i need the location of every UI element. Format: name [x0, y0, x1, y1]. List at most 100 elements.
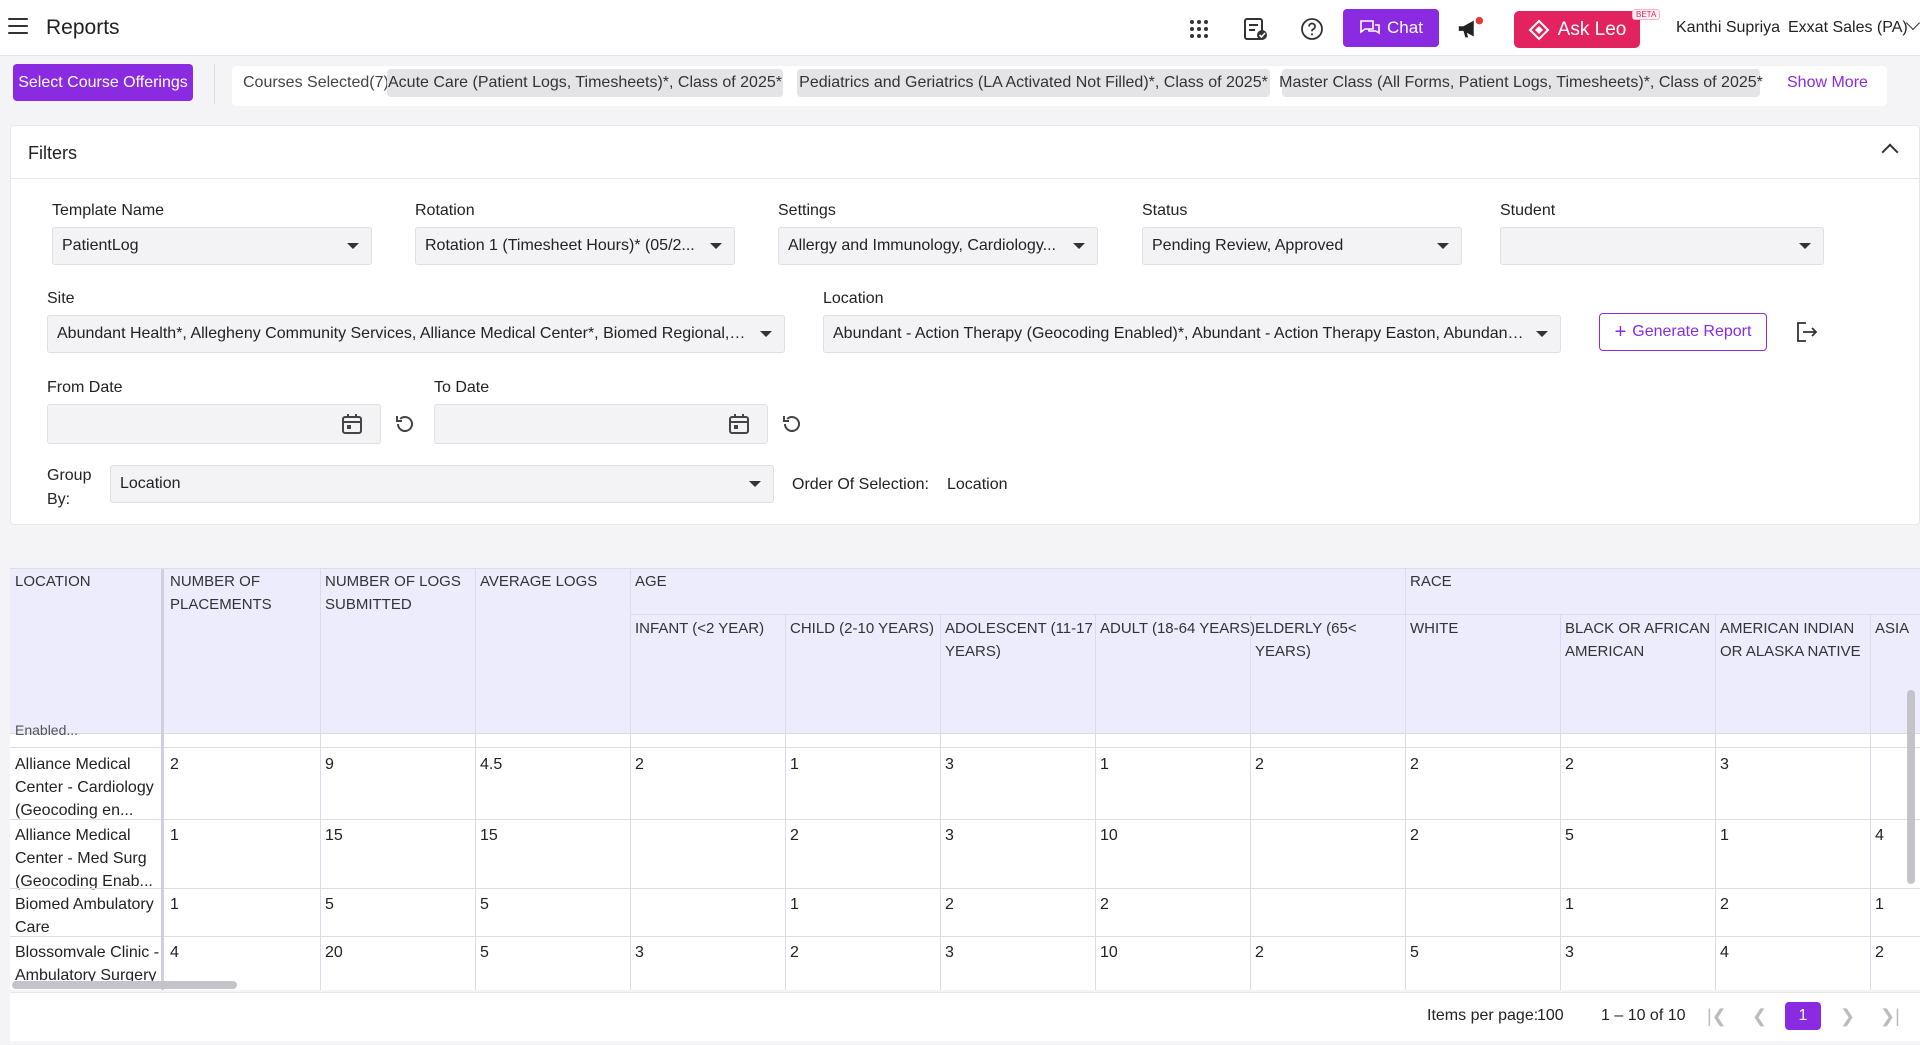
course-chip[interactable]: Acute Care (Patient Logs, Timesheets)*, …	[387, 69, 783, 97]
chat-button[interactable]: Chat	[1343, 9, 1439, 47]
table-cell: 2	[635, 756, 644, 773]
user-name[interactable]: Kanthi Supriya	[1676, 19, 1780, 37]
generate-report-button[interactable]: + Generate Report	[1599, 313, 1767, 351]
chat-icon	[1360, 20, 1380, 35]
dropdown-arrow-icon	[1799, 243, 1811, 249]
column-header-black: AMERICAN	[1565, 643, 1645, 660]
task-list-icon[interactable]	[1242, 15, 1270, 43]
filters-header[interactable]	[10, 125, 1920, 179]
table-cell: 4.5	[480, 756, 503, 773]
column-header-elderly[interactable]: ELDERLY (65<	[1255, 617, 1357, 640]
from-date-label: From Date	[47, 379, 123, 396]
column-header-adolescent[interactable]: ADOLESCENT (11-17	[945, 617, 1093, 640]
org-name[interactable]: Exxat Sales (PA)	[1788, 19, 1908, 37]
dropdown-arrow-icon	[347, 243, 359, 249]
column-header-location[interactable]: LOCATION	[15, 570, 91, 593]
next-page-icon[interactable]: ❯	[1840, 1006, 1855, 1027]
table-cell: 5	[1565, 827, 1574, 844]
column-header-average[interactable]: AVERAGE LOGS	[480, 570, 597, 593]
dropdown-arrow-icon	[749, 481, 761, 487]
table-cell: 20	[325, 944, 343, 961]
table-cell: 2	[1720, 896, 1729, 913]
previous-page-icon[interactable]: ❮	[1752, 1006, 1767, 1027]
page-title: Reports	[46, 16, 120, 39]
dropdown-arrow-icon	[1073, 243, 1085, 249]
location-cell: Alliance Medical	[15, 756, 131, 773]
column-header-logs: SUBMITTED	[325, 596, 412, 613]
announcements-icon[interactable]	[1456, 15, 1484, 43]
help-icon[interactable]	[1298, 15, 1326, 43]
reset-icon[interactable]	[778, 410, 806, 438]
menu-icon[interactable]	[8, 18, 28, 34]
student-select[interactable]	[1500, 227, 1824, 265]
to-date-input[interactable]	[434, 404, 768, 444]
table-cell: 5	[1410, 944, 1419, 961]
column-header-american-indian[interactable]: AMERICAN INDIAN	[1720, 617, 1854, 640]
table-cell: 4	[1875, 827, 1884, 844]
reset-icon[interactable]	[391, 410, 419, 438]
from-date-input[interactable]	[47, 404, 381, 444]
template-name-select[interactable]: PatientLog	[52, 227, 372, 265]
table-cell: 10	[1100, 944, 1118, 961]
group-by-label: Group	[47, 467, 92, 484]
student-label: Student	[1500, 202, 1556, 219]
dropdown-arrow-icon	[1536, 331, 1548, 337]
show-more-link[interactable]: Show More	[1787, 74, 1868, 92]
location-cell: Biomed Ambulatory	[15, 896, 154, 913]
dropdown-arrow-icon	[1437, 243, 1449, 249]
order-of-selection-label: Order Of Selection:	[792, 476, 929, 493]
column-header-logs[interactable]: NUMBER OF LOGS	[325, 570, 461, 593]
table-cell: 2	[1410, 827, 1419, 844]
select-course-offerings-button[interactable]: Select Course Offerings	[13, 64, 193, 101]
column-header-infant[interactable]: INFANT (<2 YEAR)	[635, 617, 764, 640]
calendar-icon[interactable]	[725, 410, 753, 438]
order-of-selection-value: Location	[947, 476, 1008, 493]
status-select[interactable]: Pending Review, Approved	[1142, 227, 1462, 265]
course-chip[interactable]: Pediatrics and Geriatrics (LA Activated …	[797, 69, 1270, 97]
page-number-button[interactable]: 1	[1785, 1002, 1821, 1030]
course-chip[interactable]: Master Class (All Forms, Patient Logs, T…	[1279, 69, 1763, 97]
site-select[interactable]: Abundant Health*, Allegheny Community Se…	[47, 315, 785, 353]
export-icon[interactable]	[1792, 318, 1820, 346]
site-label: Site	[47, 290, 75, 307]
row-divider	[10, 936, 1920, 937]
ask-leo-button[interactable]: Ask Leo	[1514, 11, 1640, 48]
location-select[interactable]: Abundant - Action Therapy (Geocoding Ena…	[823, 315, 1561, 353]
rotation-label: Rotation	[415, 202, 475, 219]
divider	[214, 64, 215, 104]
calendar-icon[interactable]	[338, 410, 366, 438]
column-header-child[interactable]: CHILD (2-10 YEARS)	[790, 617, 934, 640]
column-header-adult[interactable]: ADULT (18-64 YEARS)	[1100, 617, 1255, 640]
table-cell: 15	[325, 827, 343, 844]
table-cell: 3	[945, 827, 954, 844]
table-cell: 10	[1100, 827, 1118, 844]
items-per-page-select[interactable]: 100	[1537, 1007, 1564, 1025]
apps-grid-icon[interactable]	[1185, 15, 1213, 43]
table-cell: 3	[945, 944, 954, 961]
frozen-column-divider	[161, 569, 164, 990]
vertical-scrollbar[interactable]	[1907, 690, 1915, 884]
group-by-label: By:	[47, 491, 71, 508]
filters-title: Filters	[28, 143, 77, 163]
table-cell: 1	[170, 896, 179, 913]
table-cell: 2	[1255, 756, 1264, 773]
column-header-white[interactable]: WHITE	[1410, 617, 1458, 640]
group-by-select[interactable]: Location	[110, 465, 774, 503]
column-header-black[interactable]: BLACK OR AFRICAN	[1565, 617, 1710, 640]
table-cell: 3	[635, 944, 644, 961]
courses-selected-label: Courses Selected(7):	[243, 74, 394, 91]
first-page-icon[interactable]: |❮	[1707, 1006, 1727, 1027]
generate-report-label: Generate Report	[1632, 323, 1752, 340]
table-cell: 2	[1875, 944, 1884, 961]
last-page-icon[interactable]: ❯|	[1880, 1006, 1900, 1027]
column-header-placements[interactable]: NUMBER OF	[170, 570, 260, 593]
report-table: LOCATION NUMBER OF PLACEMENTS NUMBER OF …	[10, 568, 1920, 990]
leo-icon	[1528, 19, 1550, 40]
settings-select[interactable]: Allergy and Immunology, Cardiology...	[778, 227, 1098, 265]
table-cell: 5	[480, 896, 489, 913]
rotation-select[interactable]: Rotation 1 (Timesheet Hours)* (05/2...	[415, 227, 735, 265]
column-header-asian[interactable]: ASIA	[1875, 617, 1909, 640]
dropdown-arrow-icon	[710, 243, 722, 249]
table-cell: 1	[1720, 827, 1729, 844]
horizontal-scrollbar[interactable]	[12, 981, 237, 989]
